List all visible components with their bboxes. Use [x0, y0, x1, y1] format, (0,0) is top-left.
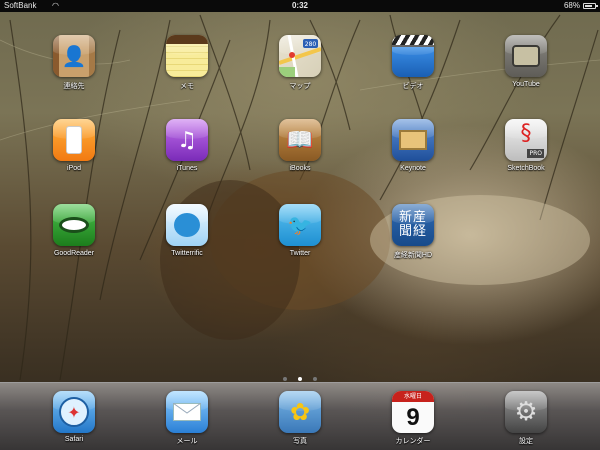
sketchbook-icon: § PRO: [505, 119, 547, 161]
page-dot[interactable]: [282, 377, 287, 381]
app-youtube[interactable]: YouTube: [476, 35, 576, 101]
page-dot-active[interactable]: [298, 377, 302, 381]
app-videos[interactable]: ビデオ: [363, 35, 463, 101]
app-ibooks[interactable]: 📖 iBooks: [250, 119, 350, 185]
app-label: GoodReader: [53, 250, 95, 257]
app-label: 設定: [519, 438, 533, 445]
app-label: Keynote: [400, 165, 426, 172]
app-label: iBooks: [289, 165, 311, 172]
mail-icon: [166, 391, 208, 433]
dock-app-calendar[interactable]: 水曜日 9 カレンダー: [363, 391, 463, 450]
photos-icon: ✿: [279, 391, 321, 433]
youtube-icon: [505, 35, 547, 77]
calendar-icon: 水曜日 9: [392, 391, 434, 433]
app-itunes[interactable]: ♫ iTunes: [137, 119, 237, 185]
keynote-icon: [392, 119, 434, 161]
home-screen: SoftBank ◠ 0:32 68% 👤 連絡先 メモ 280 マップ ビデオ…: [0, 0, 600, 450]
battery-percent: 68%: [563, 1, 580, 10]
app-sankei[interactable]: 新産聞経 産経新聞HD: [363, 204, 463, 270]
app-label: Twitterrific: [171, 250, 203, 257]
calendar-date: 9: [406, 404, 420, 431]
dock-app-mail[interactable]: メール: [137, 391, 237, 450]
app-label: マップ: [289, 83, 311, 90]
goodreader-icon: [53, 204, 95, 246]
clock-label: 0:32: [291, 1, 308, 10]
app-keynote[interactable]: Keynote: [363, 119, 463, 185]
maps-icon: 280: [279, 35, 321, 77]
app-label: iPod: [66, 165, 81, 172]
dock: ✦ Safari メール ✿ 写真 水曜日 9 カレンダー ⚙ 設定: [0, 382, 600, 450]
settings-icon: ⚙: [505, 391, 547, 433]
contacts-icon: 👤: [53, 35, 95, 77]
app-maps[interactable]: 280 マップ: [250, 35, 350, 101]
notes-icon: [166, 35, 208, 77]
battery-icon: [583, 3, 598, 9]
twitter-icon: 🐦: [279, 204, 321, 246]
app-label: YouTube: [512, 81, 540, 88]
app-goodreader[interactable]: GoodReader: [24, 204, 124, 270]
app-label: ビデオ: [402, 83, 424, 90]
videos-icon: [392, 35, 434, 77]
sketchbook-pro-badge: PRO: [527, 149, 544, 158]
app-label: Safari: [64, 436, 84, 443]
app-contacts[interactable]: 👤 連絡先: [24, 35, 124, 101]
itunes-icon: ♫: [166, 119, 208, 161]
safari-icon: ✦: [53, 391, 95, 433]
status-bar: SoftBank ◠ 0:32 68%: [0, 0, 600, 12]
app-label: Twitter: [289, 250, 311, 257]
dock-app-settings[interactable]: ⚙ 設定: [476, 391, 576, 450]
app-label: 写真: [293, 438, 307, 445]
ibooks-icon: 📖: [279, 119, 321, 161]
dock-app-safari[interactable]: ✦ Safari: [24, 391, 124, 450]
app-label: iTunes: [176, 165, 198, 172]
sankei-logo-text: 新産聞経: [398, 210, 427, 239]
app-label: 産経新聞HD: [393, 252, 433, 259]
app-label: 連絡先: [63, 83, 85, 90]
app-ipod[interactable]: iPod: [24, 119, 124, 185]
maps-route-text: 280: [305, 41, 317, 48]
app-twitter[interactable]: 🐦 Twitter: [250, 204, 350, 270]
page-indicator[interactable]: [0, 366, 600, 381]
app-label: カレンダー: [395, 438, 431, 445]
twitterrific-icon: [166, 204, 208, 246]
page-dot[interactable]: [313, 377, 318, 381]
calendar-weekday: 水曜日: [392, 391, 434, 402]
sankei-icon: 新産聞経: [392, 204, 434, 246]
app-label: メール: [176, 438, 198, 445]
app-sketchbook[interactable]: § PRO SketchBook: [476, 119, 576, 185]
app-twitterrific[interactable]: Twitterrific: [137, 204, 237, 270]
app-notes[interactable]: メモ: [137, 35, 237, 101]
dock-app-photos[interactable]: ✿ 写真: [250, 391, 350, 450]
app-label: メモ: [180, 83, 194, 90]
ipod-icon: [53, 119, 95, 161]
app-label: SketchBook: [507, 165, 545, 172]
